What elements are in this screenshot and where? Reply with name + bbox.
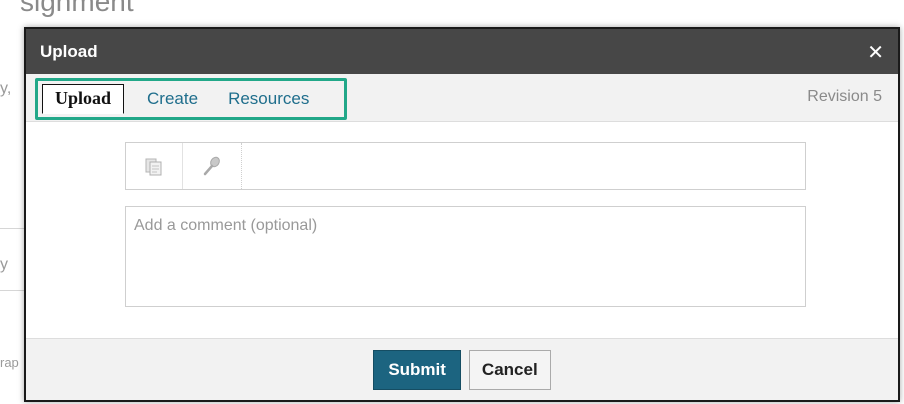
close-button[interactable]: ✕: [865, 42, 886, 62]
attach-file-button[interactable]: [126, 143, 183, 189]
microphone-icon: [203, 156, 220, 176]
dialog-body: [26, 122, 898, 342]
record-audio-button[interactable]: [183, 143, 242, 189]
dialog-header: Upload ✕: [26, 29, 898, 74]
background-divider: [0, 228, 26, 229]
tabs-highlight-box: Upload Create Resources: [35, 78, 347, 120]
background-text-fragment: rap: [0, 355, 19, 370]
comment-textarea[interactable]: [125, 206, 806, 307]
attach-file-icon: [145, 158, 162, 176]
revision-label: Revision 5: [807, 88, 882, 105]
tab-create[interactable]: Create: [140, 84, 205, 114]
upload-toolbar: [125, 142, 806, 190]
background-text-fragment: y: [0, 256, 8, 273]
background-divider: [0, 290, 26, 291]
upload-dialog: Upload ✕ Upload Create Resources Revisio…: [24, 27, 900, 402]
background-page-title: signment: [20, 0, 134, 17]
close-icon: ✕: [867, 39, 884, 64]
tab-upload[interactable]: Upload: [42, 84, 125, 114]
dialog-footer: Submit Cancel: [26, 338, 898, 400]
cancel-button[interactable]: Cancel: [468, 349, 551, 390]
dialog-title: Upload: [40, 41, 98, 61]
submit-button[interactable]: Submit: [373, 349, 461, 390]
background-text-fragment: y,: [0, 80, 12, 97]
tab-resources[interactable]: Resources: [221, 84, 316, 114]
tab-bar: Upload Create Resources Revision 5: [26, 74, 898, 122]
